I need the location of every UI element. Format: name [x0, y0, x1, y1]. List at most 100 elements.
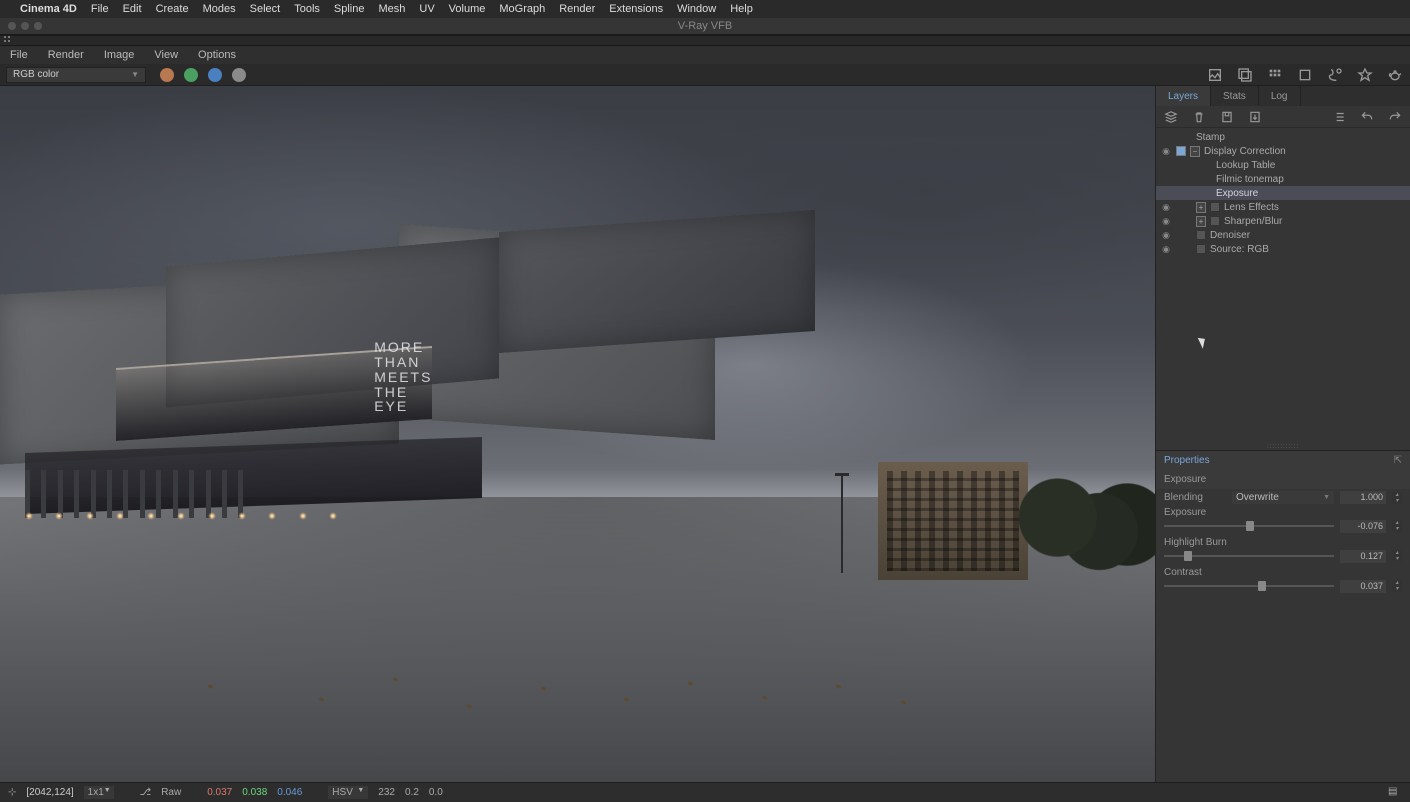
status-red: 0.037 — [207, 787, 232, 798]
clear-icon[interactable] — [1296, 66, 1314, 84]
slider-thumb[interactable] — [1258, 581, 1266, 591]
curve-icon[interactable]: ⎇ — [140, 787, 152, 798]
menu-help[interactable]: Help — [730, 3, 753, 15]
expand-icon[interactable]: − — [1190, 146, 1200, 157]
panel-toggle-icon[interactable]: ▤ — [1388, 786, 1402, 800]
layer-row[interactable]: ◉−Display Correction — [1156, 144, 1410, 158]
channel-dropdown[interactable]: RGB color ▼ — [6, 67, 146, 83]
menu-spline[interactable]: Spline — [334, 3, 365, 15]
status-v: 0.0 — [429, 787, 443, 798]
layer-row[interactable]: Stamp — [1156, 130, 1410, 144]
slider-value-field[interactable]: 0.127 — [1340, 550, 1386, 563]
menu-mograph[interactable]: MoGraph — [499, 3, 545, 15]
menu-file[interactable]: File — [91, 3, 109, 15]
channel-blue-button[interactable] — [208, 68, 222, 82]
slider-track[interactable] — [1164, 585, 1334, 587]
blending-dropdown[interactable]: Overwrite▼ — [1232, 491, 1334, 504]
layer-row[interactable]: Filmic tonemap — [1156, 172, 1410, 186]
blending-amount-field[interactable]: 1.000 — [1340, 491, 1386, 504]
slider-label: Contrast — [1164, 567, 1402, 578]
list-icon[interactable] — [1330, 108, 1348, 126]
save-all-icon[interactable] — [1236, 66, 1254, 84]
layer-row[interactable]: ◉Denoiser — [1156, 228, 1410, 242]
channel-green-button[interactable] — [184, 68, 198, 82]
teapot-icon[interactable] — [1386, 66, 1404, 84]
menu-render[interactable]: Render — [559, 3, 595, 15]
traffic-lights[interactable] — [8, 22, 42, 30]
visibility-icon[interactable]: ◉ — [1160, 230, 1172, 241]
layer-row[interactable]: ◉Source: RGB — [1156, 242, 1410, 256]
grip-icon[interactable] — [4, 36, 11, 43]
layer-row[interactable]: ◉ + Sharpen/Blur — [1156, 214, 1410, 228]
visibility-icon[interactable]: ◉ — [1160, 202, 1172, 213]
pick-icon[interactable] — [1356, 66, 1374, 84]
vfb-menu-options[interactable]: Options — [198, 49, 236, 61]
undo-icon[interactable] — [1358, 108, 1376, 126]
cursor-icon — [1200, 336, 1210, 350]
slider-value-field[interactable]: 0.037 — [1340, 580, 1386, 593]
slider-spinner[interactable]: ▴▾ — [1392, 520, 1402, 532]
expand-icon[interactable]: + — [1196, 202, 1206, 213]
layer-row[interactable]: Exposure — [1156, 186, 1410, 200]
slider-spinner[interactable]: ▴▾ — [1392, 580, 1402, 592]
menu-extensions[interactable]: Extensions — [609, 3, 663, 15]
layer-row[interactable]: ◉+Lens Effects — [1156, 200, 1410, 214]
streetlamp — [841, 476, 843, 573]
slider-track[interactable] — [1164, 525, 1334, 527]
menu-edit[interactable]: Edit — [123, 3, 142, 15]
visibility-icon[interactable]: ◉ — [1160, 146, 1172, 157]
slider-thumb[interactable] — [1184, 551, 1192, 561]
tab-layers[interactable]: Layers — [1156, 86, 1211, 106]
vfb-menu-view[interactable]: View — [154, 49, 178, 61]
vfb-menu-image[interactable]: Image — [104, 49, 135, 61]
menu-uv[interactable]: UV — [419, 3, 434, 15]
blending-spinner[interactable]: ▴▾ — [1392, 492, 1402, 504]
menu-select[interactable]: Select — [250, 3, 281, 15]
vfb-menu-render[interactable]: Render — [48, 49, 84, 61]
layer-tree[interactable]: Stamp◉−Display CorrectionLookup TableFil… — [1156, 128, 1410, 258]
render-viewport[interactable]: MORETHANMEETSTHEEYE — [0, 86, 1155, 782]
slider-spinner[interactable]: ▴▾ — [1392, 550, 1402, 562]
slider-exposure: Exposure -0.076 ▴▾ — [1156, 507, 1410, 537]
region-render-icon[interactable] — [1266, 66, 1284, 84]
status-h: 232 — [378, 787, 395, 798]
visibility-icon[interactable]: ◉ — [1160, 216, 1172, 227]
layer-row[interactable]: Lookup Table — [1156, 158, 1410, 172]
main-building: MORETHANMEETSTHEEYE — [0, 211, 832, 615]
visibility-icon[interactable]: ◉ — [1160, 244, 1172, 255]
save-preset-icon[interactable] — [1218, 108, 1236, 126]
menu-tools[interactable]: Tools — [294, 3, 320, 15]
tab-log[interactable]: Log — [1259, 86, 1301, 106]
delete-layer-icon[interactable] — [1190, 108, 1208, 126]
menu-volume[interactable]: Volume — [449, 3, 486, 15]
menu-modes[interactable]: Modes — [203, 3, 236, 15]
channel-red-button[interactable] — [160, 68, 174, 82]
slider-value-field[interactable]: -0.076 — [1340, 520, 1386, 533]
zoom-dropdown[interactable]: 1x1▼ — [84, 786, 114, 799]
tab-stats[interactable]: Stats — [1211, 86, 1259, 106]
add-layer-icon[interactable] — [1162, 108, 1180, 126]
channel-mono-button[interactable] — [232, 68, 246, 82]
ipr-icon[interactable] — [1326, 66, 1344, 84]
load-preset-icon[interactable] — [1246, 108, 1264, 126]
side-tabs: Layers Stats Log — [1156, 86, 1410, 106]
expand-icon[interactable]: + — [1196, 216, 1206, 227]
menu-window[interactable]: Window — [677, 3, 716, 15]
layer-checkbox[interactable] — [1176, 146, 1186, 156]
app-name[interactable]: Cinema 4D — [20, 3, 77, 15]
status-blue: 0.046 — [277, 787, 302, 798]
redo-icon[interactable] — [1386, 108, 1404, 126]
collapse-icon[interactable]: ⇱ — [1394, 455, 1402, 466]
slider-track[interactable] — [1164, 555, 1334, 557]
vfb-menu-file[interactable]: File — [10, 49, 28, 61]
window-title: V-Ray VFB — [678, 20, 732, 32]
colorspace-dropdown[interactable]: HSV▼ — [328, 786, 368, 799]
status-green: 0.038 — [242, 787, 267, 798]
slider-thumb[interactable] — [1246, 521, 1254, 531]
menu-mesh[interactable]: Mesh — [378, 3, 405, 15]
save-image-icon[interactable] — [1206, 66, 1224, 84]
layer-label: Sharpen/Blur — [1224, 216, 1282, 227]
tool-strip — [0, 36, 1410, 46]
menu-create[interactable]: Create — [156, 3, 189, 15]
crosshair-icon[interactable]: ⊹ — [8, 787, 16, 798]
